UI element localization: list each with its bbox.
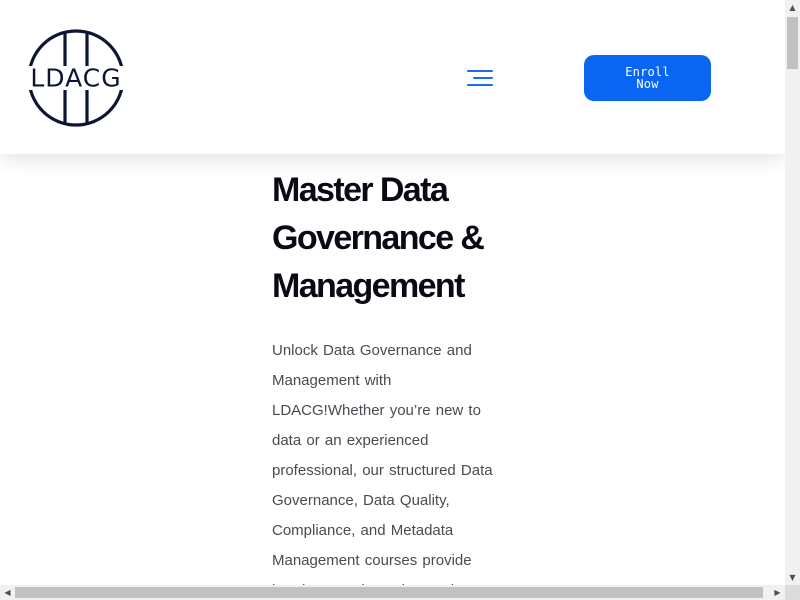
enroll-now-label: Enroll Now (625, 65, 670, 91)
hero-section: Master Data Governance & Management Unlo… (272, 166, 512, 585)
site-header: LDACG Enroll Now (0, 0, 785, 154)
logo-mark: LDACG (24, 29, 128, 127)
vertical-scrollbar[interactable]: ▲ ▼ (785, 0, 800, 585)
horizontal-scroll-thumb[interactable] (15, 587, 763, 598)
triangle-right-icon[interactable]: ▶ (770, 585, 785, 600)
triangle-left-icon[interactable]: ◀ (0, 585, 15, 600)
ldacg-logo[interactable]: LDACG (24, 28, 128, 128)
scrollbar-corner (785, 585, 800, 600)
hamburger-menu-icon[interactable] (464, 66, 496, 90)
hero-description: Unlock Data Governance and Management wi… (272, 342, 493, 585)
page-viewport: LDACG Enroll Now Master Data Governance … (0, 0, 785, 585)
hero-title: Master Data Governance & Management (272, 171, 485, 305)
menu-line (467, 84, 493, 86)
vertical-scroll-thumb[interactable] (787, 17, 798, 69)
triangle-up-icon[interactable]: ▲ (785, 0, 800, 15)
menu-line (467, 70, 493, 72)
menu-line (473, 77, 493, 79)
triangle-down-icon[interactable]: ▼ (785, 570, 800, 585)
logo-text: LDACG (30, 64, 121, 93)
enroll-now-button[interactable]: Enroll Now (584, 55, 711, 101)
horizontal-scrollbar[interactable]: ◀ ▶ (0, 585, 785, 600)
